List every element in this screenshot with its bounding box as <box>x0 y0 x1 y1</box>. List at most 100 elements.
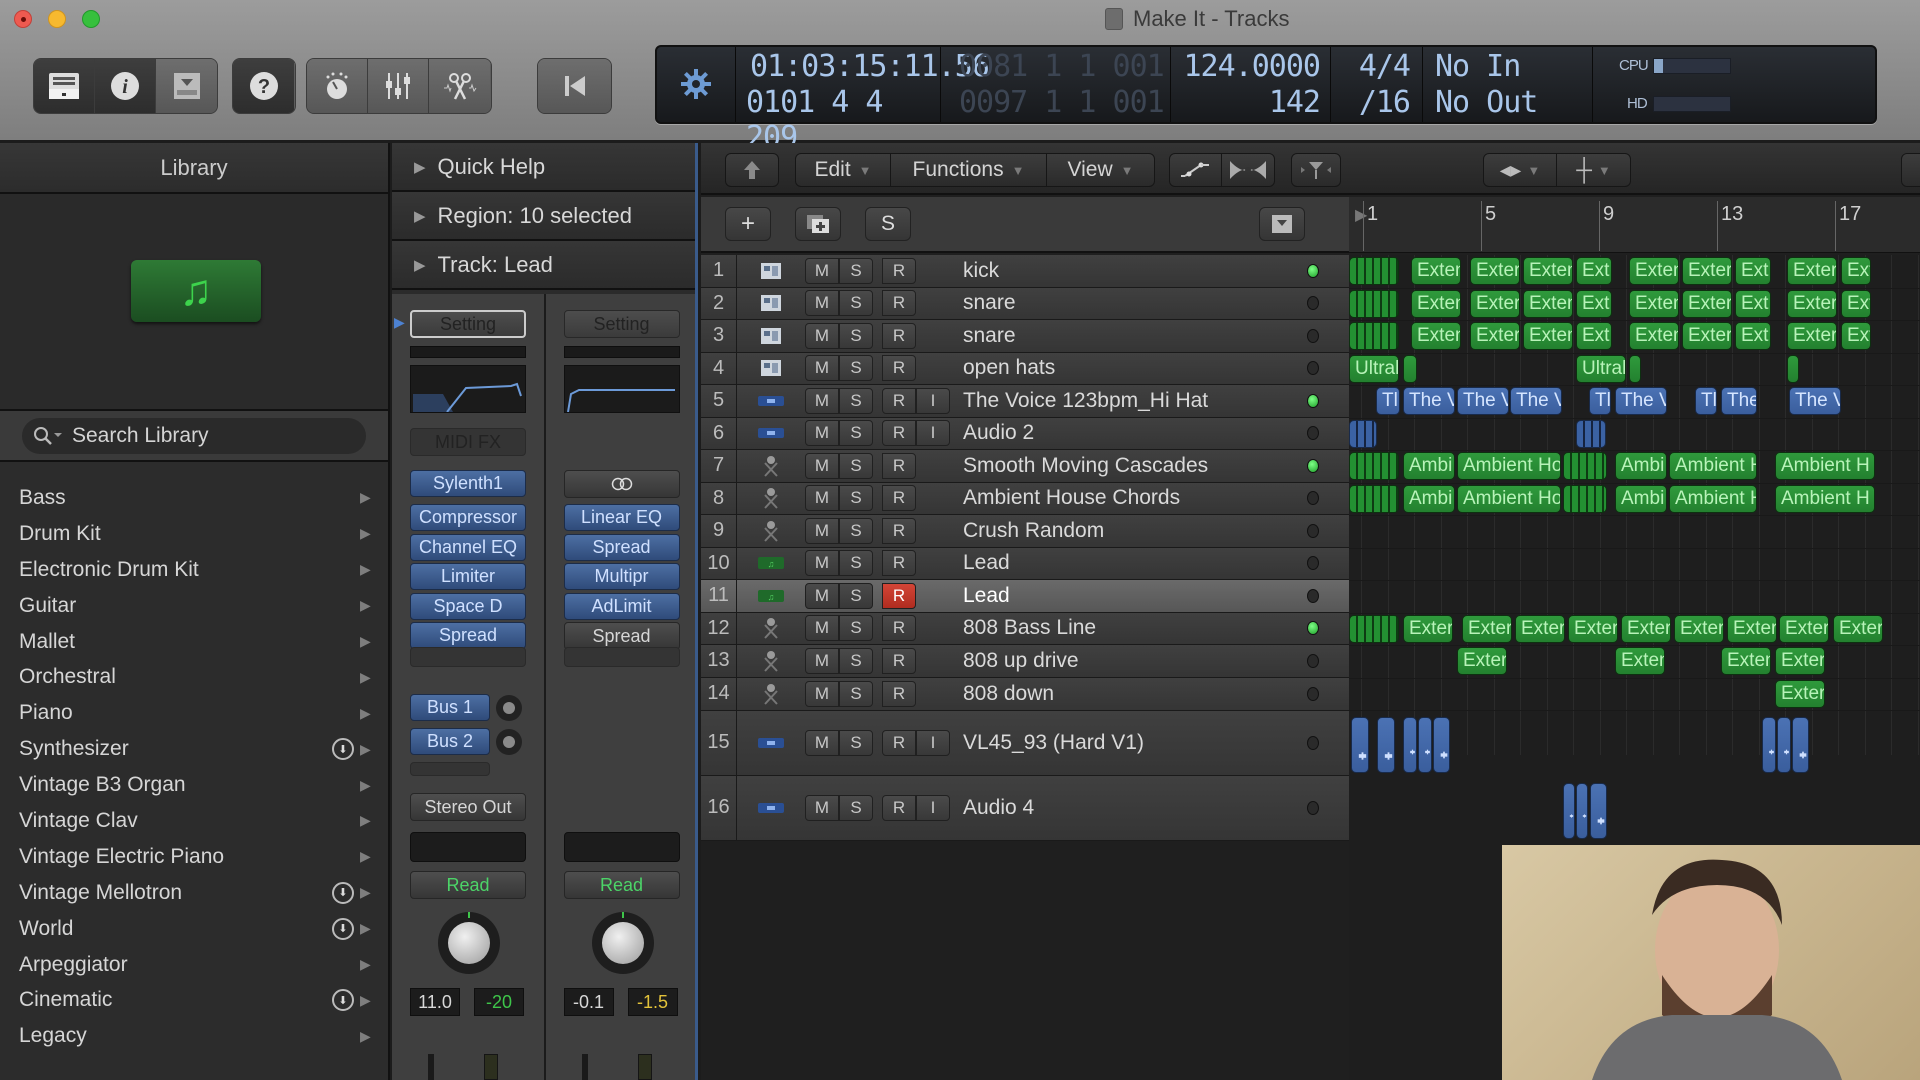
strip1-group-slot[interactable] <box>410 832 526 862</box>
track-header[interactable]: 5 M S R I The Voice 123bpm_Hi Hat <box>701 385 1349 418</box>
mute-button[interactable]: M <box>805 322 839 349</box>
strip2-volume-value[interactable]: -0.1 <box>563 988 614 1016</box>
midi-region[interactable]: Exter <box>1568 614 1618 643</box>
lcd-tempo[interactable]: 124.0000 142 <box>1171 47 1331 122</box>
track-header[interactable]: 14 M S R 808 down <box>701 677 1349 711</box>
download-icon[interactable]: ⬇ <box>332 738 354 761</box>
record-enable-button[interactable]: R <box>882 257 916 284</box>
track-inspector-section[interactable]: ▶ Track: Lead <box>392 241 695 290</box>
solo-button[interactable]: S <box>839 680 873 707</box>
view-menu[interactable]: View ▼ <box>1047 154 1154 186</box>
audio-region[interactable]: The V <box>1789 387 1841 415</box>
audio-region[interactable]: Tl <box>1589 387 1611 415</box>
audio-fx-insert-slot[interactable]: Spread <box>563 622 680 650</box>
lcd-signature[interactable]: 4/4 /16 <box>1331 47 1423 122</box>
track-header[interactable]: 16 M S R I Audio 4 <box>701 775 1349 841</box>
solo-button[interactable]: S <box>839 387 873 414</box>
track-header[interactable]: 9 M S R Crush Random <box>701 515 1349 548</box>
midi-region[interactable]: Ambi <box>1615 484 1667 513</box>
strip1-instrument-slot[interactable]: Sylenth1 <box>410 470 526 497</box>
midi-region[interactable] <box>1787 354 1799 383</box>
track-name[interactable]: Audio 4 <box>963 796 1034 820</box>
mute-button[interactable]: M <box>805 355 839 382</box>
strip2-empty-insert-slot[interactable] <box>563 647 680 667</box>
midi-region[interactable]: Ext <box>1841 289 1871 318</box>
midi-region[interactable]: Exter <box>1457 647 1507 675</box>
library-search-field[interactable] <box>22 417 366 454</box>
edit-menu[interactable]: Edit ▼ <box>796 154 891 186</box>
mute-button[interactable]: M <box>805 517 839 544</box>
midi-region[interactable]: Exter <box>1621 614 1671 643</box>
audio-region[interactable] <box>1777 717 1791 773</box>
track-activity-led[interactable] <box>1307 800 1319 815</box>
lcd-position[interactable]: 01:03:15:11.56 0101 4 4 209 <box>736 47 990 155</box>
audio-fx-insert-slot[interactable]: Spread <box>563 533 680 561</box>
inspector-button[interactable]: i <box>95 59 156 113</box>
strip1-midi-fx-slot[interactable]: MIDI FX <box>410 428 526 456</box>
track-header[interactable]: 7 M S R Smooth Moving Cascades <box>701 450 1349 483</box>
record-enable-button[interactable]: R <box>882 420 916 447</box>
midi-region[interactable] <box>1349 614 1399 643</box>
library-item[interactable]: Piano ▶ <box>0 695 388 731</box>
audio-region[interactable]: The V <box>1457 387 1509 415</box>
midi-region[interactable] <box>1563 484 1607 513</box>
track-name[interactable]: snare <box>963 291 1016 315</box>
track-header[interactable]: 1 M S Rkick <box>701 255 1349 288</box>
strip2-setting-button[interactable]: Setting <box>563 310 680 338</box>
audio-fx-insert-slot[interactable]: Multipr <box>563 563 680 590</box>
midi-region[interactable]: Ultral <box>1576 354 1626 383</box>
go-to-beginning-button[interactable] <box>538 59 611 113</box>
audio-region[interactable] <box>1576 419 1606 448</box>
strip1-automation-mode[interactable]: Read <box>410 871 526 899</box>
audio-region[interactable]: The V <box>1403 387 1455 415</box>
midi-region[interactable]: Ambient H <box>1669 452 1757 480</box>
input-monitor-button[interactable]: I <box>916 387 950 414</box>
strip1-setting-button[interactable]: Setting <box>410 310 526 338</box>
library-item[interactable]: Drum Kit ▶ <box>0 516 388 552</box>
midi-region[interactable]: Exter <box>1682 322 1732 350</box>
region-inspector-section[interactable]: ▶ Region: 10 selected <box>392 192 695 241</box>
library-item[interactable]: Electronic Drum Kit ▶ <box>0 552 388 588</box>
midi-region[interactable]: Exter <box>1775 679 1825 708</box>
audio-fx-insert-slot[interactable]: AdLimit <box>563 592 680 620</box>
library-item[interactable]: Mallet ▶ <box>0 624 388 660</box>
record-enable-button[interactable]: R <box>882 647 916 674</box>
quick-help-section[interactable]: ▶ Quick Help <box>392 143 695 192</box>
strip1-fader-track[interactable] <box>428 1054 434 1080</box>
library-button[interactable] <box>34 59 95 113</box>
midi-region[interactable]: Ext <box>1841 322 1871 350</box>
track-activity-led[interactable] <box>1307 393 1319 408</box>
solo-button[interactable]: S <box>839 582 873 609</box>
minimize-window-button[interactable] <box>48 10 66 28</box>
track-name[interactable]: Crush Random <box>963 519 1104 543</box>
strip2-automation-mode[interactable]: Read <box>563 871 680 899</box>
audio-region[interactable] <box>1418 717 1432 773</box>
download-icon[interactable]: ⬇ <box>332 881 354 904</box>
input-monitor-button[interactable]: I <box>916 729 950 756</box>
track-header[interactable]: 4 M S Ropen hats <box>701 352 1349 385</box>
audio-region[interactable] <box>1377 717 1395 773</box>
record-enable-button[interactable]: R <box>882 615 916 642</box>
track-activity-led[interactable] <box>1307 296 1319 311</box>
mixer-button[interactable] <box>368 59 429 113</box>
track-activity-led[interactable] <box>1307 263 1319 278</box>
library-item[interactable]: Guitar ▶ <box>0 588 388 624</box>
add-track-button[interactable]: + <box>725 207 771 241</box>
midi-region[interactable]: Ext <box>1735 257 1771 285</box>
lcd-settings[interactable] <box>657 47 736 122</box>
midi-region[interactable]: Ambi <box>1403 452 1455 480</box>
command-click-tool-menu[interactable]: ┼ ▼ <box>1557 154 1630 186</box>
close-window-button[interactable] <box>14 10 32 28</box>
midi-region[interactable]: Exten <box>1629 257 1679 285</box>
midi-region[interactable]: Exter <box>1779 614 1829 643</box>
track-name[interactable]: 808 up drive <box>963 649 1079 673</box>
audio-region[interactable]: Tl <box>1376 387 1400 415</box>
audio-fx-insert-slot[interactable]: Space D <box>410 592 526 620</box>
midi-region[interactable]: Exter <box>1833 614 1883 643</box>
strip2-pan-knob[interactable] <box>591 912 654 974</box>
strip1-empty-insert-slot[interactable] <box>410 647 526 667</box>
send-1-level-knob[interactable] <box>496 695 522 721</box>
track-name[interactable]: Ambient House Chords <box>963 486 1180 510</box>
strip2-stereo-link-button[interactable] <box>563 470 680 498</box>
audio-region[interactable]: The V <box>1721 387 1757 415</box>
